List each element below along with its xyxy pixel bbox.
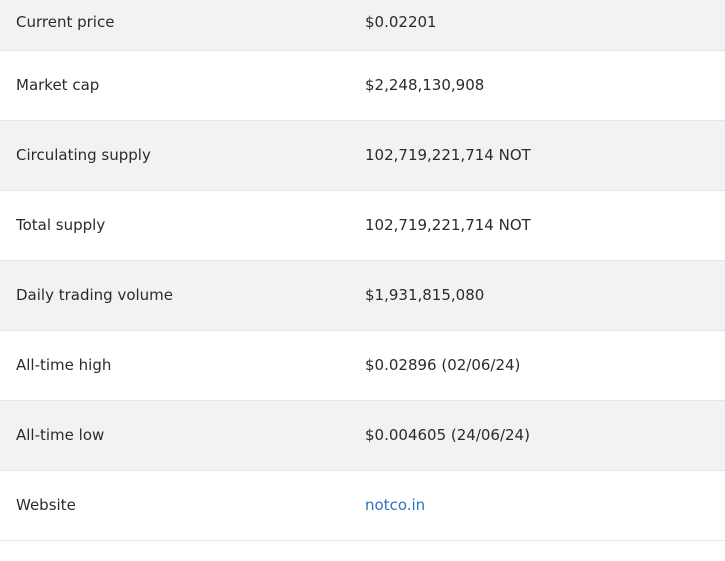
stat-row-market-cap: Market cap $2,248,130,908 — [0, 50, 725, 120]
stat-value: $1,931,815,080 — [365, 286, 485, 304]
stat-value: 102,719,221,714 NOT — [365, 216, 531, 234]
stat-row-total-supply: Total supply 102,719,221,714 NOT — [0, 190, 725, 260]
stat-row-daily-volume: Daily trading volume $1,931,815,080 — [0, 260, 725, 330]
stat-value-cell: notco.in — [365, 470, 725, 540]
stat-value: $0.004605 (24/06/24) — [365, 426, 530, 444]
stat-label: All-time high — [16, 356, 112, 374]
token-stats-table: Current price $0.02201 Market cap $2,248… — [0, 0, 725, 541]
stat-row-current-price: Current price $0.02201 — [0, 0, 725, 50]
stat-value: $2,248,130,908 — [365, 76, 485, 94]
stat-row-all-time-low: All-time low $0.004605 (24/06/24) — [0, 400, 725, 470]
website-link[interactable]: notco.in — [365, 496, 425, 514]
stat-label: Website — [16, 496, 76, 514]
stat-row-website: Website notco.in — [0, 470, 725, 540]
stat-row-all-time-high: All-time high $0.02896 (02/06/24) — [0, 330, 725, 400]
stat-value: $0.02201 — [365, 12, 437, 31]
stat-label: Circulating supply — [16, 146, 151, 164]
stat-label: All-time low — [16, 426, 105, 444]
stat-value: $0.02896 (02/06/24) — [365, 356, 521, 374]
stat-label: Total supply — [16, 216, 106, 234]
stat-value: 102,719,221,714 NOT — [365, 146, 531, 164]
stat-label: Market cap — [16, 76, 100, 94]
stat-label: Current price — [16, 12, 115, 31]
stat-row-circulating-supply: Circulating supply 102,719,221,714 NOT — [0, 120, 725, 190]
stat-label: Daily trading volume — [16, 286, 174, 304]
